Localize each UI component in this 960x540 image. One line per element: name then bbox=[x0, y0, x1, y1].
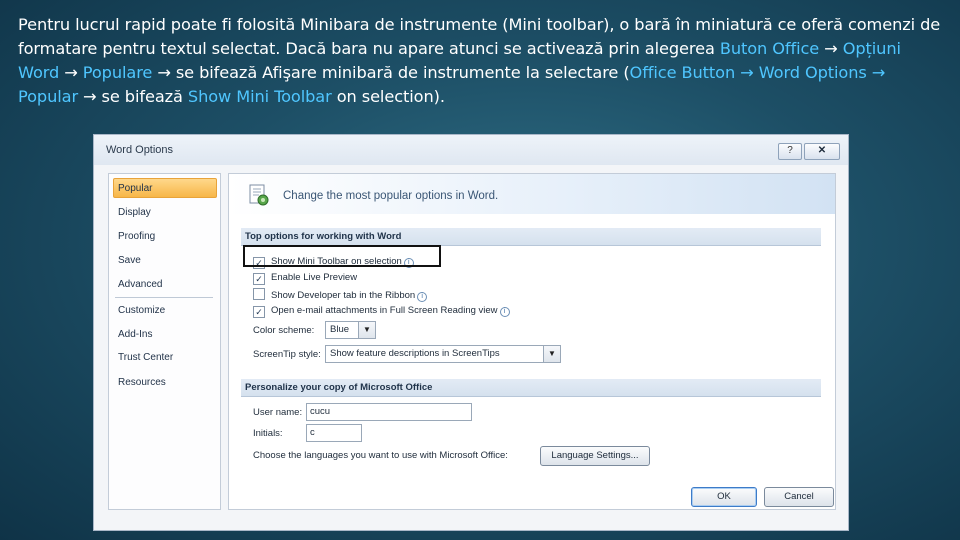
nav-item-display[interactable]: Display bbox=[118, 207, 151, 218]
highlight-show-mini-toolbar: Show Mini Toolbar bbox=[187, 87, 332, 106]
section-personalize: Personalize your copy of Microsoft Offic… bbox=[241, 379, 821, 397]
color-scheme-select[interactable]: Blue ▼ bbox=[325, 321, 376, 339]
arrow-text: → bbox=[59, 63, 83, 82]
popular-options-icon bbox=[249, 184, 269, 206]
checkbox-enable-live-preview[interactable]: ✓ bbox=[253, 273, 265, 285]
nav-item-proofing[interactable]: Proofing bbox=[118, 231, 155, 242]
annotation-highlight-box bbox=[243, 245, 441, 267]
option-open-email-fullscreen[interactable]: ✓ Open e-mail attachments in Full Screen … bbox=[253, 304, 510, 318]
dialog-title: Word Options bbox=[106, 144, 174, 156]
section-top-options: Top options for working with Word bbox=[241, 228, 821, 246]
screentip-style-value: Show feature descriptions in ScreenTips bbox=[330, 348, 500, 359]
panel-header-text: Change the most popular options in Word. bbox=[283, 190, 499, 202]
nav-item-advanced[interactable]: Advanced bbox=[118, 279, 162, 290]
highlight-buton-office: Buton Office bbox=[719, 39, 820, 58]
paragraph-text: on selection). bbox=[331, 87, 445, 106]
popular-options-panel: Change the most popular options in Word.… bbox=[228, 173, 836, 510]
arrow-text: → bbox=[819, 39, 843, 58]
user-name-input[interactable]: cucu bbox=[306, 403, 472, 421]
screentip-style-select[interactable]: Show feature descriptions in ScreenTips … bbox=[325, 345, 561, 363]
nav-item-trust-center[interactable]: Trust Center bbox=[118, 352, 173, 363]
word-options-dialog: Word Options ? ✕ Popular Display Proofin… bbox=[93, 134, 849, 531]
nav-separator bbox=[115, 297, 213, 298]
cancel-button[interactable]: Cancel bbox=[764, 487, 834, 507]
nav-item-add-ins[interactable]: Add-Ins bbox=[118, 329, 152, 340]
highlight-word-options: Word Options bbox=[758, 63, 867, 82]
nav-item-save[interactable]: Save bbox=[118, 255, 141, 266]
paragraph-text: → se bifează Afişare minibară de instrum… bbox=[152, 63, 630, 82]
color-scheme-label: Color scheme: bbox=[253, 325, 315, 336]
info-icon: i bbox=[417, 292, 428, 302]
arrow-text: → bbox=[735, 63, 759, 82]
highlight-popular: Popular bbox=[18, 87, 78, 106]
panel-header: Change the most popular options in Word. bbox=[229, 174, 835, 214]
highlight-populare: Populare bbox=[82, 63, 153, 82]
option-label: Enable Live Preview bbox=[271, 272, 358, 283]
chevron-down-icon[interactable]: ▼ bbox=[358, 322, 375, 338]
close-button[interactable]: ✕ bbox=[804, 143, 840, 160]
options-nav: Popular Display Proofing Save Advanced C… bbox=[108, 173, 221, 510]
initials-input[interactable]: c bbox=[306, 424, 362, 442]
language-settings-button[interactable]: Language Settings... bbox=[540, 446, 650, 466]
nav-item-customize[interactable]: Customize bbox=[118, 305, 165, 316]
initials-label: Initials: bbox=[253, 428, 283, 439]
paragraph-text: → se bifează bbox=[78, 87, 188, 106]
option-label: Show Developer tab in the Ribbon bbox=[271, 290, 416, 301]
color-scheme-value: Blue bbox=[330, 324, 350, 335]
checkbox-open-email-fullscreen[interactable]: ✓ bbox=[253, 306, 265, 318]
slide-paragraph: Pentru lucrul rapid poate fi folosită Mi… bbox=[18, 13, 943, 109]
languages-label: Choose the languages you want to use wit… bbox=[253, 450, 508, 461]
checkbox-show-developer-tab[interactable] bbox=[253, 288, 265, 300]
highlight-office-button: Office Button bbox=[629, 63, 736, 82]
arrow-text: → bbox=[866, 63, 886, 82]
help-button[interactable]: ? bbox=[778, 143, 802, 160]
nav-item-popular[interactable]: Popular bbox=[118, 183, 152, 194]
screentip-style-label: ScreenTip style: bbox=[253, 349, 321, 360]
option-show-developer-tab[interactable]: Show Developer tab in the Ribbon i bbox=[253, 288, 428, 302]
ok-button[interactable]: OK bbox=[691, 487, 757, 507]
chevron-down-icon[interactable]: ▼ bbox=[543, 346, 560, 362]
info-icon: i bbox=[499, 307, 510, 317]
dialog-titlebar: Word Options ? ✕ bbox=[94, 135, 848, 165]
option-label: Open e-mail attachments in Full Screen R… bbox=[271, 305, 498, 316]
nav-item-resources[interactable]: Resources bbox=[118, 377, 166, 388]
user-name-label: User name: bbox=[253, 407, 303, 418]
option-enable-live-preview[interactable]: ✓ Enable Live Preview bbox=[253, 271, 357, 285]
